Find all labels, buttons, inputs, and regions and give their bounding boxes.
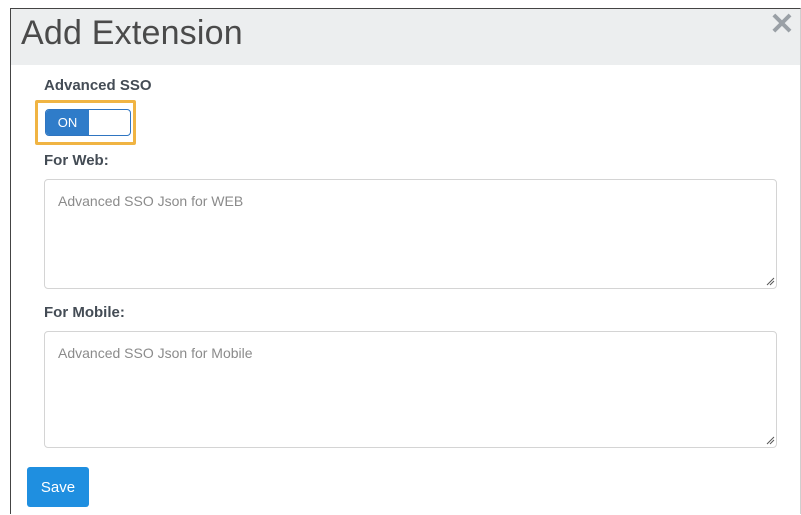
advanced-sso-toggle[interactable]: ON [45, 109, 131, 136]
mobile-json-textarea[interactable] [44, 331, 777, 448]
save-button[interactable]: Save [27, 467, 89, 507]
add-extension-dialog: Add Extension ✕ Advanced SSO ON For Web:… [10, 8, 801, 514]
web-resize-handle-icon[interactable] [765, 276, 775, 286]
toggle-on-label: ON [46, 110, 89, 135]
dialog-header: Add Extension ✕ [11, 9, 800, 65]
dialog-title: Add Extension [21, 14, 243, 52]
toggle-highlight: ON [35, 100, 136, 145]
for-web-label: For Web: [44, 152, 109, 169]
web-json-textarea[interactable] [44, 179, 777, 289]
close-icon[interactable]: ✕ [768, 9, 796, 41]
advanced-sso-label: Advanced SSO [44, 77, 152, 94]
dialog-body: Advanced SSO ON For Web: For Mobile: Sav… [11, 65, 800, 514]
mobile-resize-handle-icon[interactable] [765, 435, 775, 445]
for-mobile-label: For Mobile: [44, 304, 125, 321]
